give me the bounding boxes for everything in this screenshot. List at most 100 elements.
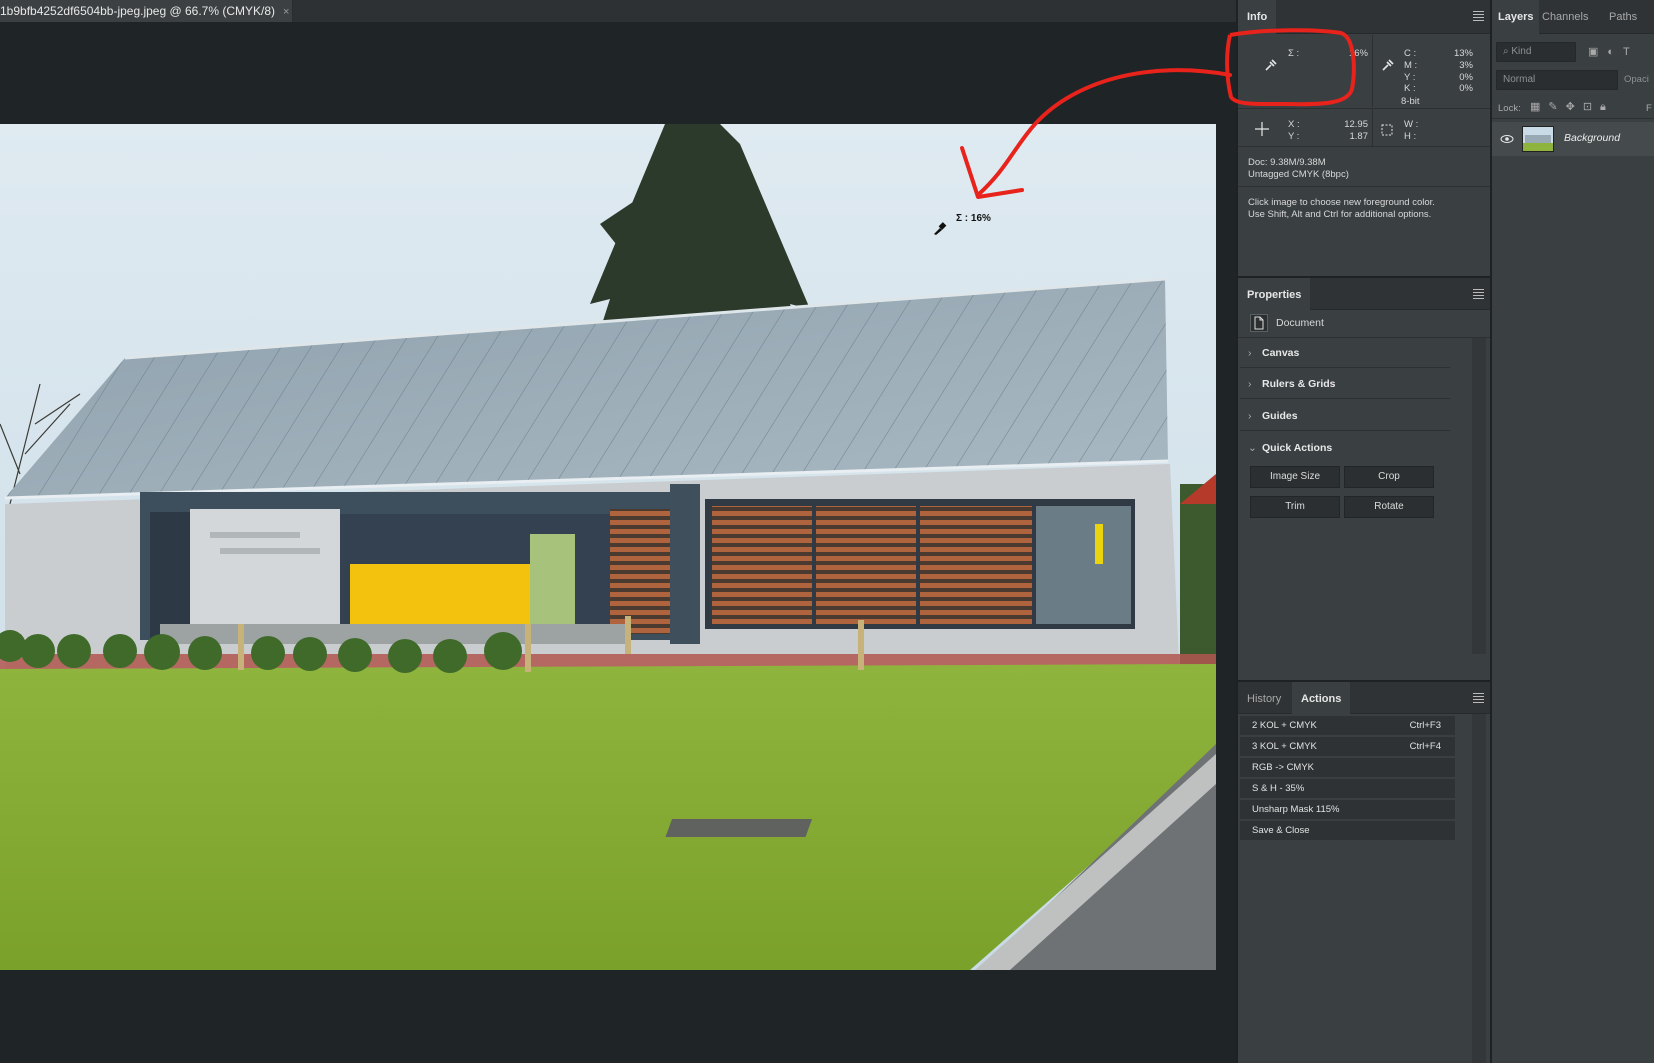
tab-paths[interactable]: Paths — [1609, 0, 1637, 34]
section-guides-label: Guides — [1262, 410, 1298, 422]
x-label: X : — [1288, 119, 1300, 130]
action-item[interactable]: RGB -> CMYK — [1240, 758, 1455, 778]
lock-icons[interactable]: ▦✎✥⊡🔒︎ — [1530, 100, 1640, 114]
info-hint: Click image to choose new foreground col… — [1248, 197, 1435, 220]
selection-size-icon — [1380, 123, 1394, 137]
section-canvas[interactable]: › Canvas — [1240, 339, 1450, 368]
cmyk-value-c: 13% — [1453, 48, 1473, 59]
layer-row[interactable]: Background — [1492, 122, 1654, 156]
divider — [1372, 108, 1373, 146]
action-name: RGB -> CMYK — [1252, 762, 1315, 773]
action-name: 2 KOL + CMYK — [1252, 720, 1317, 731]
xy-values: 12.95 1.87 — [1318, 119, 1368, 143]
wh-labels: W : H : — [1404, 119, 1418, 143]
panel-menu-icon[interactable] — [1473, 11, 1484, 23]
cmyk-label-c: C : — [1404, 48, 1417, 59]
section-rulers-label: Rulers & Grids — [1262, 378, 1336, 390]
tab-channels[interactable]: Channels — [1542, 0, 1588, 34]
action-name: S & H - 35% — [1252, 783, 1305, 794]
tab-properties[interactable]: Properties — [1238, 278, 1311, 312]
opacity-label: Opaci — [1624, 74, 1649, 85]
xy-labels: X : Y : — [1288, 119, 1300, 143]
h-label: H : — [1404, 131, 1417, 142]
bit-depth: 8-bit — [1401, 96, 1420, 107]
chevron-right-icon: › — [1248, 410, 1252, 422]
image-size-button[interactable]: Image Size — [1250, 466, 1340, 488]
rotate-button[interactable]: Rotate — [1344, 496, 1434, 518]
action-name: Unsharp Mask 115% — [1252, 804, 1340, 815]
panel-menu-icon[interactable] — [1473, 693, 1484, 705]
chevron-right-icon: › — [1248, 347, 1252, 359]
steps — [160, 624, 630, 644]
eye-icon[interactable] — [1500, 132, 1514, 146]
cmyk-label-m: M : — [1404, 59, 1418, 71]
divider — [1238, 146, 1492, 147]
actions-scrollbar[interactable] — [1472, 714, 1486, 1063]
kind-placeholder: Kind — [1511, 46, 1532, 57]
cursor-readout: Σ : 16% — [956, 213, 991, 224]
action-item[interactable]: Unsharp Mask 115% — [1240, 800, 1455, 820]
section-rulers-grids[interactable]: › Rulers & Grids — [1240, 370, 1450, 399]
layer-name: Background — [1564, 132, 1621, 144]
properties-scrollbar[interactable] — [1472, 338, 1486, 654]
action-item[interactable]: S & H - 35% — [1240, 779, 1455, 799]
document-canvas[interactable] — [0, 124, 1216, 970]
cmyk-label-y: Y : — [1404, 71, 1416, 83]
action-shortcut: Ctrl+F3 — [1409, 720, 1441, 731]
document-tab-title: 1b9bfb4252df6504bb-jpeg.jpeg @ 66.7% (CM… — [0, 4, 276, 18]
action-item[interactable]: 3 KOL + CMYK Ctrl+F4 — [1240, 737, 1455, 757]
tab-history[interactable]: History — [1238, 682, 1290, 716]
section-guides[interactable]: › Guides — [1240, 402, 1450, 431]
x-value: 12.95 — [1344, 119, 1368, 130]
cmyk-value-k: 0% — [1459, 83, 1473, 95]
chevron-down-icon: ⌄ — [1248, 442, 1257, 454]
cmyk-value-m: 3% — [1459, 59, 1473, 71]
w-label: W : — [1404, 119, 1419, 130]
section-quick-actions[interactable]: ⌄ Quick Actions — [1240, 434, 1450, 463]
action-name: Save & Close — [1252, 825, 1310, 836]
trim-button[interactable]: Trim — [1250, 496, 1340, 518]
blend-mode-select[interactable]: Normal — [1496, 70, 1618, 90]
document-tabbar — [293, 0, 1236, 22]
divider — [1492, 118, 1654, 119]
document-area: 1b9bfb4252df6504bb-jpeg.jpeg @ 66.7% (CM… — [0, 0, 1236, 1063]
cmyk-label-k: K : — [1404, 83, 1416, 95]
cmyk-value-y: 0% — [1459, 71, 1473, 83]
eyedropper-cursor-icon — [933, 219, 947, 235]
tab-layers[interactable]: Layers — [1492, 0, 1540, 34]
y-value: 1.87 — [1349, 131, 1369, 142]
layer-filter-icons[interactable]: ▣◐T — [1588, 45, 1654, 59]
cmyk-values: 13% 3% 0% 0% — [1423, 48, 1473, 95]
document-icon — [1250, 314, 1268, 332]
action-item[interactable]: 2 KOL + CMYK Ctrl+F3 — [1240, 716, 1455, 736]
actions-panel-header: History Actions — [1238, 680, 1492, 716]
action-shortcut: Ctrl+F4 — [1409, 741, 1441, 752]
crosshair-icon — [1255, 122, 1269, 136]
doc-info: Doc: 9.38M/9.38M Untagged CMYK (8bpc) — [1248, 157, 1349, 180]
divider — [1238, 186, 1492, 187]
close-icon[interactable]: × — [283, 6, 289, 18]
crop-button[interactable]: Crop — [1344, 466, 1434, 488]
lock-label: Lock: — [1498, 103, 1521, 114]
layers-panel: Layers Channels Paths ⌕ Kind ▣◐T Normal … — [1490, 0, 1654, 1063]
tab-actions[interactable]: Actions — [1292, 682, 1351, 716]
section-canvas-label: Canvas — [1262, 347, 1300, 359]
fill-label: F — [1646, 103, 1652, 114]
divider — [1238, 337, 1492, 338]
drain-cover — [665, 819, 813, 837]
hint-line-1: Click image to choose new foreground col… — [1248, 197, 1435, 208]
document-tab[interactable]: 1b9bfb4252df6504bb-jpeg.jpeg @ 66.7% (CM… — [0, 0, 293, 22]
divider — [1238, 108, 1492, 109]
panel-menu-icon[interactable] — [1473, 289, 1484, 301]
action-name: 3 KOL + CMYK — [1252, 741, 1317, 752]
annotation-arrow — [960, 68, 1232, 199]
cmyk-labels: C : M : Y : K : — [1404, 48, 1417, 95]
section-quick-actions-label: Quick Actions — [1262, 442, 1333, 454]
color-profile: Untagged CMYK (8bpc) — [1248, 168, 1349, 180]
divider — [1372, 35, 1373, 107]
photo-building — [0, 124, 1216, 970]
hint-line-2: Use Shift, Alt and Ctrl for additional o… — [1248, 208, 1432, 220]
layers-panel-header: Layers Channels Paths — [1492, 0, 1654, 34]
action-item[interactable]: Save & Close — [1240, 821, 1455, 841]
layer-kind-filter[interactable]: ⌕ Kind — [1496, 42, 1576, 62]
